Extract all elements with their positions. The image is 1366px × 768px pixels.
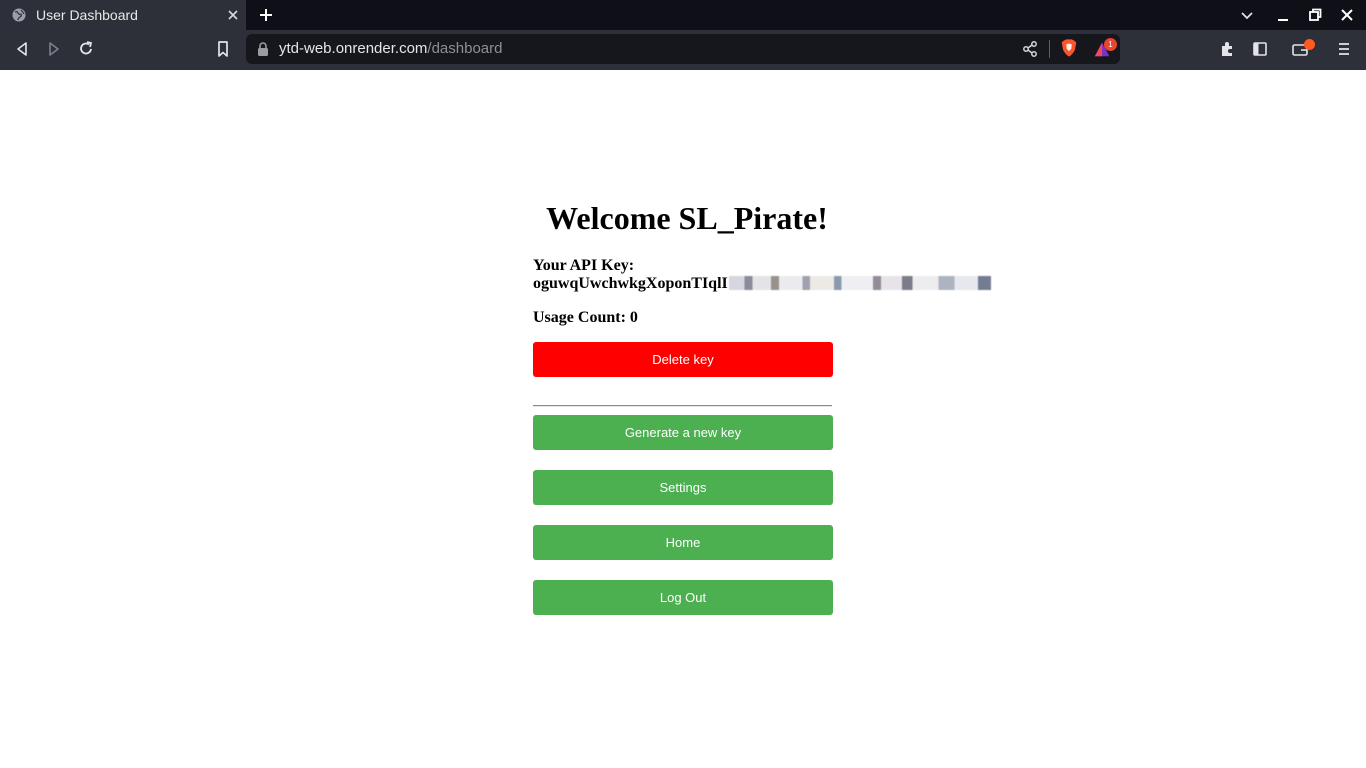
close-tab-icon[interactable] [224,6,242,24]
new-tab-icon[interactable] [256,5,276,25]
usage-label: Usage Count: [533,309,626,326]
welcome-heading: Welcome SL_Pirate! [546,200,828,236]
delete-key-button[interactable]: Delete key [533,342,833,377]
bookmark-icon[interactable] [213,39,233,59]
divider [533,405,832,407]
url-text[interactable]: ytd-web.onrender.com/dashboard [279,40,502,57]
back-icon[interactable] [12,39,32,59]
home-button[interactable]: Home [533,525,833,560]
tab-title: User Dashboard [36,7,138,23]
api-key-value[interactable]: oguwqUwchwkgXoponTIqlI [533,275,728,292]
extensions-icon[interactable] [1218,39,1238,59]
brave-shields-icon[interactable] [1059,38,1079,58]
browser-tab-strip: User Dashboard [0,0,1366,30]
browser-tab[interactable]: User Dashboard [0,0,246,30]
lock-icon[interactable] [256,41,270,57]
page-title: Welcome SL_Pirate! [533,200,833,237]
generate-key-button[interactable]: Generate a new key [533,415,833,450]
usage-value: 0 [629,309,638,326]
globe-icon [12,8,26,22]
usage-count: Usage Count: 0 [533,309,638,327]
menu-icon[interactable] [1334,39,1354,59]
settings-button[interactable]: Settings [533,470,833,505]
tab-search-chevron-icon[interactable] [1238,6,1256,24]
url-host: ytd-web.onrender.com [279,40,428,57]
minimize-icon[interactable] [1274,6,1292,24]
reload-icon[interactable] [76,39,96,59]
omnibox-divider [1049,40,1050,58]
close-window-icon[interactable] [1338,6,1356,24]
url-path: /dashboard [427,40,503,57]
rewards-badge: 1 [1104,38,1117,51]
logout-button[interactable]: Log Out [533,580,833,615]
wallet-notification-dot [1304,39,1315,50]
forward-icon[interactable] [44,39,64,59]
restore-icon[interactable] [1306,6,1324,24]
api-key-redacted [728,276,991,291]
share-icon[interactable] [1020,39,1040,59]
sidebar-icon[interactable] [1250,39,1270,59]
api-key-label: Your API Key: [533,257,635,274]
api-key-row: oguwqUwchwkgXoponTIqlI [533,275,991,293]
